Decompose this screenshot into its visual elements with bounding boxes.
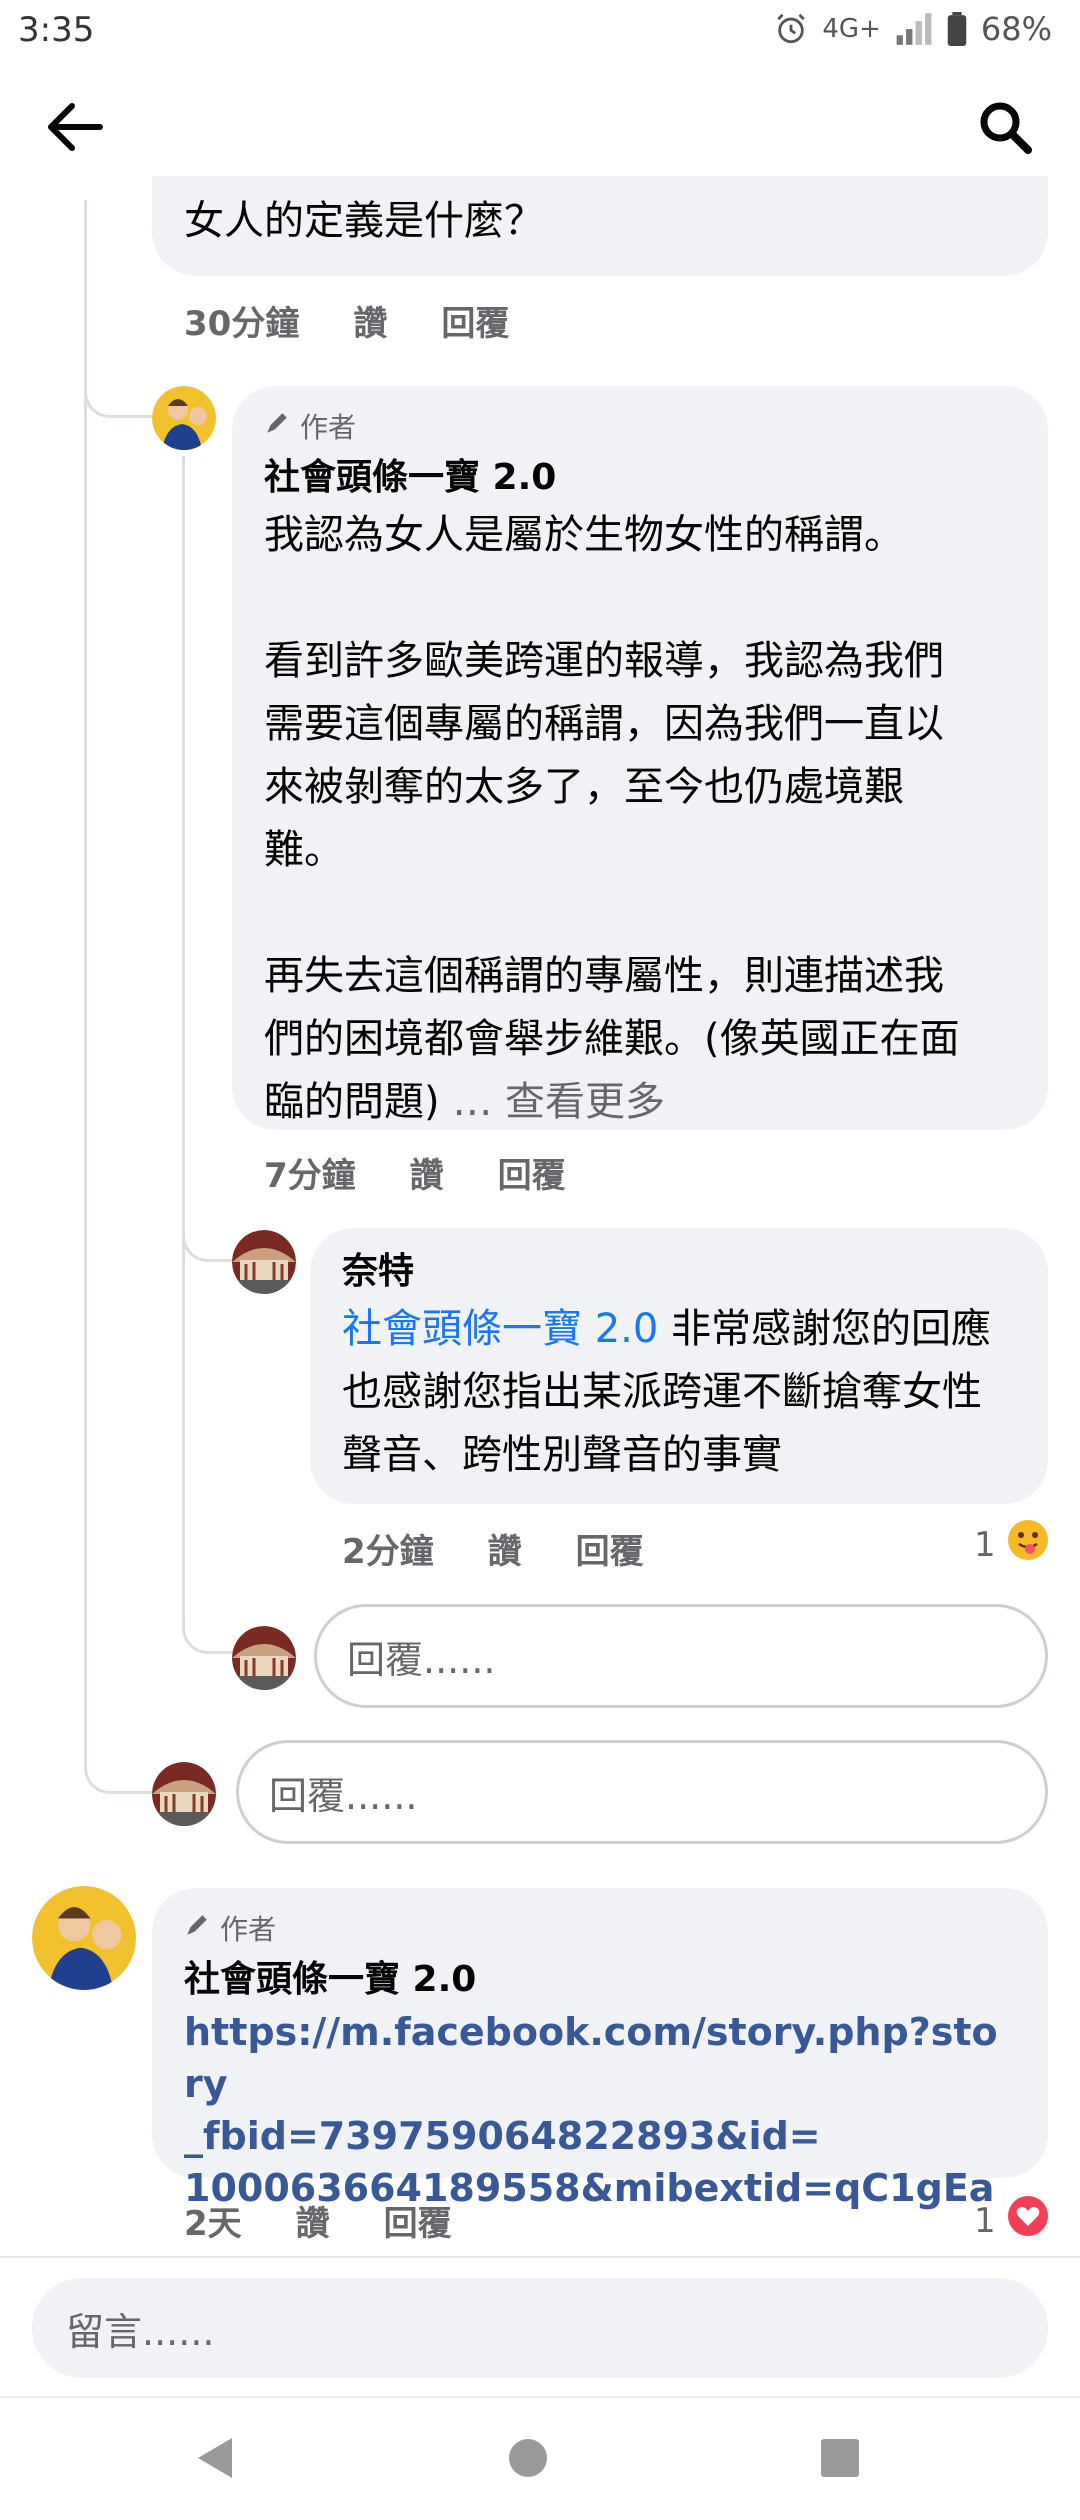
author-avatar-image: [32, 1886, 136, 1990]
reply-actions: 7分鐘 讚 回覆: [264, 1148, 566, 1197]
avatar[interactable]: [232, 1230, 296, 1294]
comment-time: 7分鐘: [264, 1156, 356, 1196]
like-button[interactable]: 讚: [410, 1148, 444, 1197]
mention-link[interactable]: 社會頭條一寶 2.0: [342, 1306, 658, 1352]
like-button[interactable]: 讚: [488, 1524, 522, 1573]
thread-connector-thread-input: [84, 200, 152, 1794]
comment-actions: 2天 讚 回覆: [184, 2196, 452, 2245]
comment-input[interactable]: 留言......: [32, 2278, 1048, 2378]
square-recents-icon: [819, 2437, 861, 2483]
heart-icon: [1006, 2194, 1050, 2247]
battery-level: 68%: [980, 10, 1052, 48]
my-avatar-image: [152, 1762, 216, 1826]
status-bar: 3:35 4G+ 68%: [0, 0, 1080, 64]
commenter-name[interactable]: 社會頭條一寶 2.0: [264, 452, 1024, 504]
comment-time: 2天: [184, 2204, 242, 2244]
comment-text: 我認為女人是屬於生物女性的稱謂。 看到許多歐美跨運的報導，我認為我們 需要這個專…: [264, 504, 1024, 1134]
triangle-back-icon: [192, 2434, 236, 2486]
commenter-name[interactable]: 奈特: [342, 1246, 1032, 1298]
reaction-summary[interactable]: 1: [974, 1518, 1050, 1571]
pencil-icon: [184, 1912, 210, 1945]
navigation-bar: [0, 2396, 1080, 2520]
shared-link[interactable]: https://m.facebook.com/story.php?story _…: [184, 2006, 1014, 2214]
avatar: [232, 1626, 296, 1690]
nav-recents-button[interactable]: [812, 2432, 868, 2488]
thread-connector-nested-input: [182, 456, 234, 1654]
signal-icon: [895, 13, 933, 45]
author-badge-label: 作者: [220, 1913, 277, 1946]
parent-comment-text: 女人的定義是什麼？: [184, 198, 544, 244]
comment-text: 社會頭條一寶 2.0 非常感謝您的回應 也感謝您指出某派跨運不斷搶奪女性 聲音、…: [342, 1298, 1032, 1487]
nav-home-button[interactable]: [500, 2432, 556, 2488]
see-more-link[interactable]: … 查看更多: [452, 1079, 665, 1125]
comment-body: 我認為女人是屬於生物女性的稱謂。 看到許多歐美跨運的報導，我認為我們 需要這個專…: [264, 512, 960, 1125]
status-time: 3:35: [18, 10, 95, 50]
network-type: 4G+: [822, 14, 881, 44]
author-avatar-image: [152, 386, 216, 450]
reply-button[interactable]: 回覆: [576, 1524, 644, 1573]
reply-button[interactable]: 回覆: [441, 296, 509, 345]
commenter-name[interactable]: 社會頭條一寶 2.0: [184, 1954, 1014, 2006]
avatar[interactable]: [32, 1886, 136, 1990]
reaction-count: 1: [974, 2200, 996, 2241]
search-icon: [977, 99, 1033, 159]
avatar[interactable]: [152, 386, 216, 450]
reply-bubble: 作者 社會頭條一寶 2.0 我認為女人是屬於生物女性的稱謂。 看到許多歐美跨運的…: [232, 386, 1048, 1130]
alarm-icon: [774, 12, 808, 46]
like-button[interactable]: 讚: [353, 296, 387, 345]
parent-comment-bubble: 女人的定義是什麼？: [152, 176, 1048, 276]
author-badge: 作者: [264, 408, 1024, 444]
author-badge: 作者: [184, 1910, 1014, 1946]
my-avatar-image: [232, 1626, 296, 1690]
circle-home-icon: [506, 2436, 550, 2484]
shared-link-line[interactable]: https://m.facebook.com/story.php?story: [184, 2006, 1014, 2110]
battery-icon: [947, 12, 967, 46]
avatar: [152, 1762, 216, 1826]
comment-bubble: 作者 社會頭條一寶 2.0 https://m.facebook.com/sto…: [152, 1888, 1048, 2210]
commenter-avatar-image: [232, 1230, 296, 1294]
status-icons: 4G+ 68%: [774, 10, 1052, 48]
reply-button[interactable]: 回覆: [384, 2196, 452, 2245]
tongue-out-face-icon: [1006, 1518, 1050, 1571]
pencil-icon: [264, 410, 290, 443]
shared-link-line[interactable]: _fbid=739759064822893&id=: [184, 2110, 1014, 2162]
comment-bar: 留言......: [0, 2256, 1080, 2396]
comment-time: 2分鐘: [342, 1532, 434, 1572]
back-button[interactable]: [40, 94, 110, 164]
comment-time: 30分鐘: [184, 304, 300, 344]
arrow-left-icon: [46, 102, 104, 156]
reply-button[interactable]: 回覆: [498, 1148, 566, 1197]
nav-back-button[interactable]: [186, 2432, 242, 2488]
reply-actions: 2分鐘 讚 回覆: [342, 1524, 644, 1573]
search-button[interactable]: [970, 94, 1040, 164]
author-badge-label: 作者: [300, 411, 357, 444]
reply-bubble: 奈特 社會頭條一寶 2.0 非常感謝您的回應 也感謝您指出某派跨運不斷搶奪女性 …: [310, 1228, 1048, 1504]
reply-input[interactable]: 回覆......: [314, 1604, 1048, 1708]
parent-comment-actions: 30分鐘 讚 回覆: [184, 296, 509, 345]
reaction-summary[interactable]: 1: [974, 2194, 1050, 2247]
reply-input[interactable]: 回覆......: [236, 1740, 1048, 1844]
like-button[interactable]: 讚: [296, 2196, 330, 2245]
reaction-count: 1: [974, 1524, 996, 1565]
